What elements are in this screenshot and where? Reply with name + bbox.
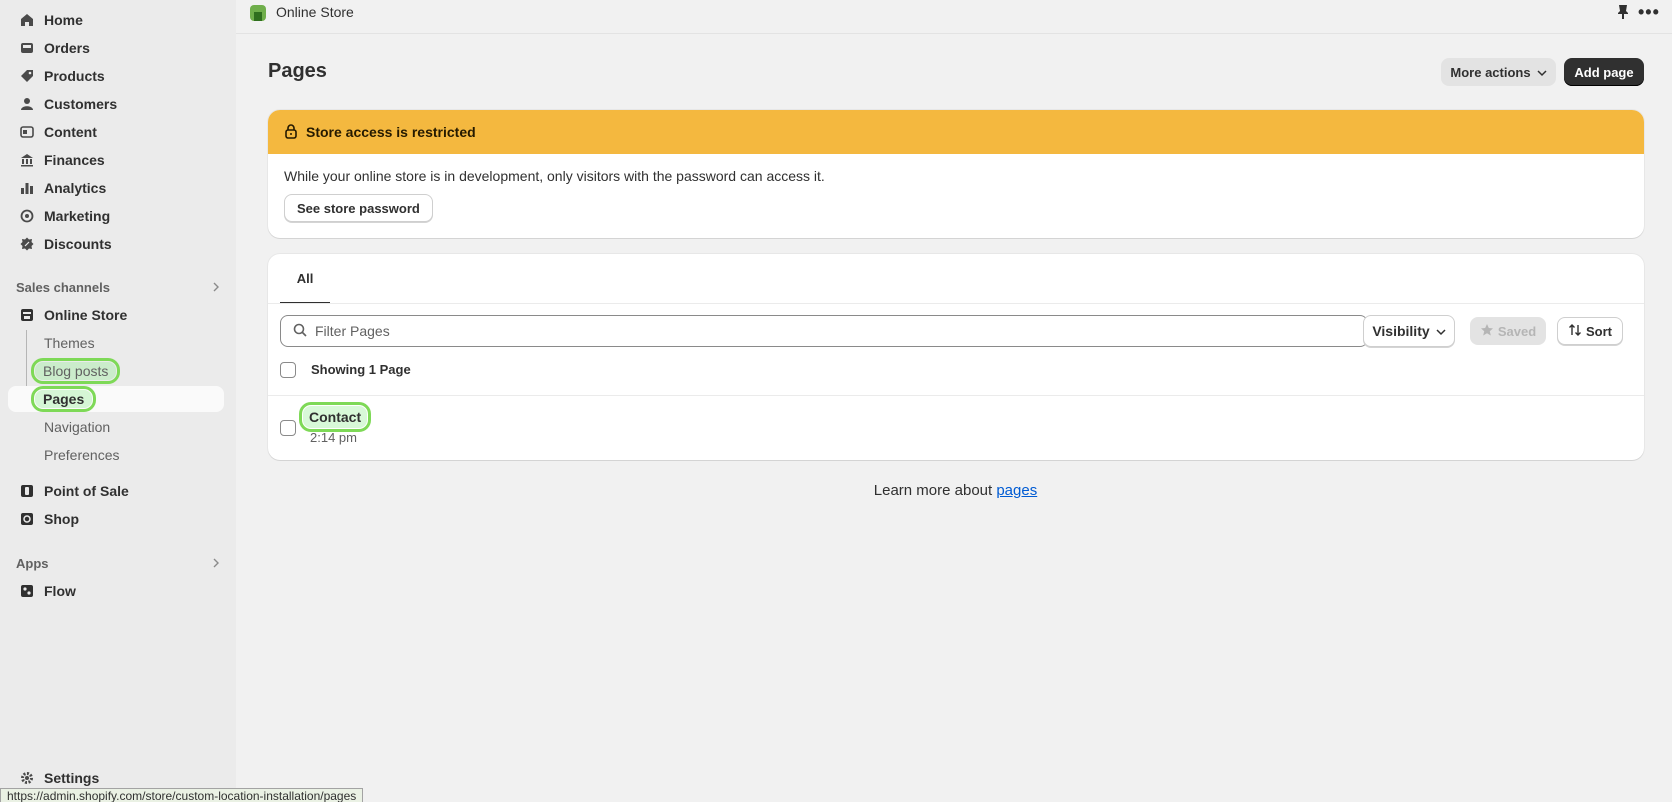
nav-themes[interactable]: Themes [8, 330, 224, 356]
nav-shop[interactable]: Shop [8, 506, 224, 532]
nav-flow[interactable]: Flow [8, 578, 224, 604]
chevron-down-icon [1436, 323, 1446, 339]
store-breadcrumb[interactable]: Online Store [276, 4, 354, 20]
nav-preferences[interactable]: Preferences [8, 442, 224, 468]
visibility-label: Visibility [1372, 323, 1430, 339]
learn-more: Learn more about pages [0, 482, 1672, 499]
bar-chart-icon [19, 180, 35, 196]
nav-products-label: Products [44, 68, 105, 84]
store-restricted-banner: Store access is restricted While your on… [268, 110, 1644, 238]
nav-content[interactable]: Content [8, 119, 224, 145]
more-actions-button[interactable]: More actions [1441, 58, 1556, 86]
see-store-password-button[interactable]: See store password [284, 194, 433, 222]
nav-online-store-label: Online Store [44, 307, 128, 323]
saved-label: Saved [1497, 323, 1537, 339]
nav-customers-label: Customers [44, 96, 118, 112]
discount-icon [19, 236, 35, 252]
top-bar: Online Store ••• [236, 0, 1672, 34]
sales-channels-label: Sales channels [16, 279, 110, 295]
nav-analytics[interactable]: Analytics [8, 175, 224, 201]
nav-settings-label: Settings [44, 770, 100, 786]
chevron-right-icon [212, 279, 220, 295]
tab-all[interactable]: All [280, 254, 330, 304]
bank-icon [19, 152, 35, 168]
filter-pages-input[interactable]: Filter Pages [280, 315, 1368, 347]
banner-text: While your online store is in developmen… [284, 168, 825, 184]
gear-icon [19, 770, 35, 786]
nav-blog-posts[interactable]: Blog posts [8, 358, 224, 384]
storefront-icon [19, 307, 35, 323]
row-checkbox[interactable] [280, 420, 296, 436]
sort-label: Sort [1586, 323, 1612, 339]
chevron-down-icon [1537, 65, 1547, 80]
filter-pages-placeholder: Filter Pages [315, 323, 390, 339]
page-title: Pages [268, 60, 327, 82]
orders-icon [19, 40, 35, 56]
nav-discounts[interactable]: Discounts [8, 231, 224, 257]
target-icon [19, 208, 35, 224]
pin-icon[interactable] [1616, 4, 1630, 23]
sort-arrows-icon [1568, 323, 1582, 340]
status-bar-url: https://admin.shopify.com/store/custom-l… [0, 788, 364, 802]
chevron-right-icon [212, 555, 220, 571]
star-icon [1480, 323, 1494, 340]
more-actions-label: More actions [1450, 64, 1531, 80]
sort-button[interactable]: Sort [1557, 317, 1623, 345]
nav-online-store[interactable]: Online Store [8, 302, 224, 328]
content-icon [19, 124, 35, 140]
nav-customers[interactable]: Customers [8, 91, 224, 117]
nav-themes-label: Themes [44, 335, 95, 351]
nav-marketing[interactable]: Marketing [8, 203, 224, 229]
nav-home-label: Home [44, 12, 83, 28]
tag-icon [19, 68, 35, 84]
online-store-logo-icon [248, 3, 268, 26]
nav-flow-label: Flow [44, 583, 76, 599]
saved-button[interactable]: Saved [1470, 317, 1546, 345]
nav-pages-label: Pages [30, 386, 97, 412]
flow-icon [19, 583, 35, 599]
nav-pages[interactable]: Pages [8, 386, 224, 412]
visibility-filter-button[interactable]: Visibility [1363, 315, 1455, 347]
nav-discounts-label: Discounts [44, 236, 112, 252]
search-icon [293, 323, 307, 340]
lock-icon [284, 123, 298, 142]
nav-home[interactable]: Home [8, 7, 224, 33]
more-options-icon[interactable]: ••• [1638, 2, 1660, 23]
nav-finances[interactable]: Finances [8, 147, 224, 173]
select-all-checkbox[interactable] [280, 362, 296, 378]
shop-icon [19, 511, 35, 527]
nav-orders-label: Orders [44, 40, 90, 56]
apps-label: Apps [16, 555, 49, 571]
nav-marketing-label: Marketing [44, 208, 111, 224]
sales-channels-header[interactable]: Sales channels [16, 277, 220, 297]
nav-navigation-label: Navigation [44, 419, 111, 435]
nav-preferences-label: Preferences [44, 447, 120, 463]
nav-blog-posts-label: Blog posts [30, 358, 121, 384]
pages-list-card: All Filter Pages Visibility Saved Sort S… [268, 254, 1644, 460]
nav-shop-label: Shop [44, 511, 79, 527]
row-divider [268, 395, 1644, 396]
tab-divider [268, 303, 1644, 304]
learn-more-prefix: Learn more about [873, 482, 997, 499]
page-row-time: 2:14 pm [310, 430, 357, 445]
nav-content-label: Content [44, 124, 97, 140]
nav-navigation[interactable]: Navigation [8, 414, 224, 440]
banner-title: Store access is restricted [306, 124, 476, 140]
nav-products[interactable]: Products [8, 63, 224, 89]
home-icon [19, 12, 35, 28]
sidebar: Home Orders Products Customers Content F… [0, 0, 236, 802]
add-page-button[interactable]: Add page [1564, 58, 1644, 86]
person-icon [19, 96, 35, 112]
learn-more-link[interactable]: pages [996, 482, 1037, 499]
banner-header: Store access is restricted [268, 110, 1644, 154]
nav-analytics-label: Analytics [44, 180, 107, 196]
showing-count: Showing 1 Page [311, 362, 411, 377]
apps-header[interactable]: Apps [16, 553, 220, 573]
page-row-title[interactable]: Contact [298, 402, 372, 432]
nav-finances-label: Finances [44, 152, 105, 168]
nav-orders[interactable]: Orders [8, 35, 224, 61]
